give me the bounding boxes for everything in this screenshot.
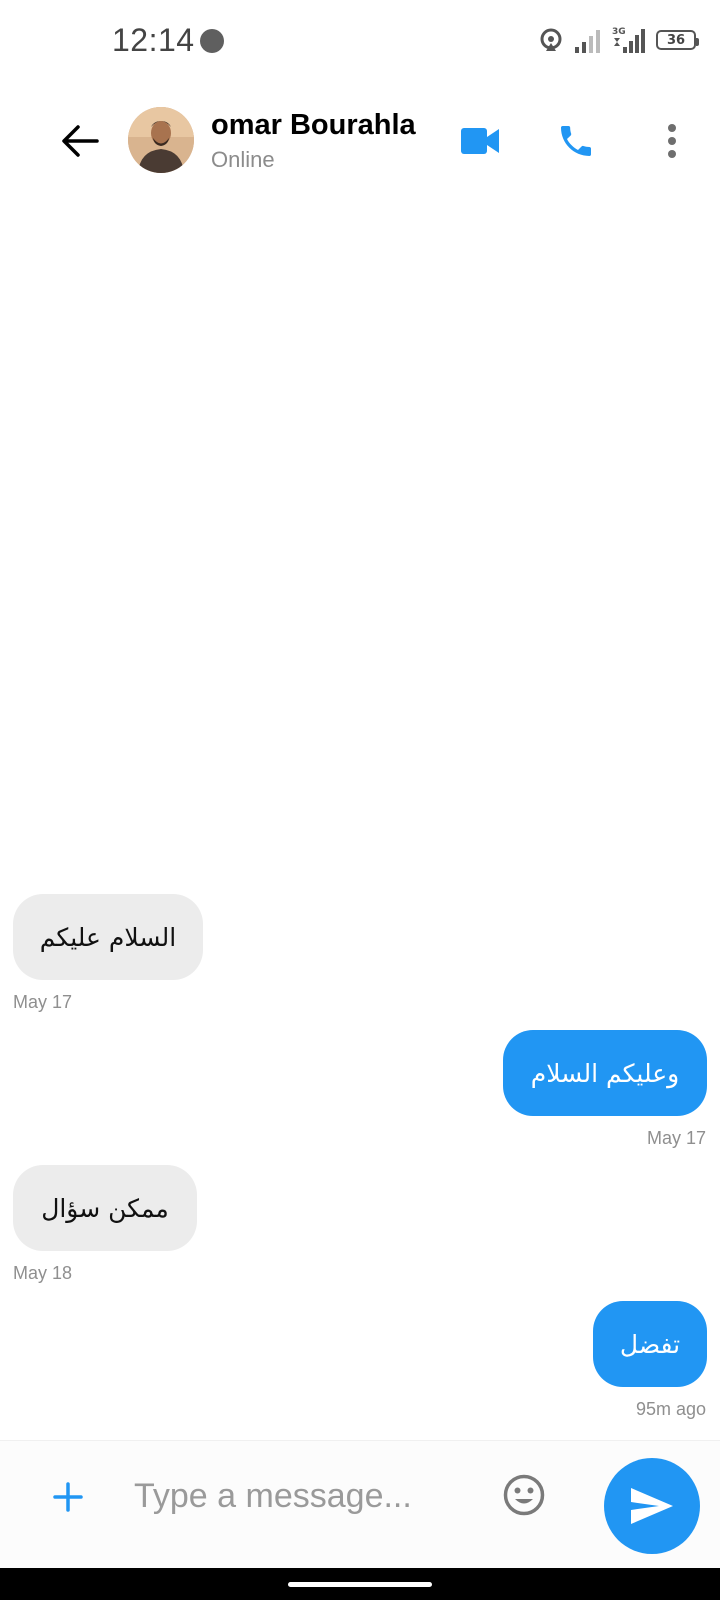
- message-text: تفضل: [619, 1329, 681, 1359]
- arrow-left-icon: [62, 125, 99, 157]
- message-list[interactable]: السلام عليكم May 17 وعليكم السلام May 17…: [0, 200, 720, 1440]
- emoji-icon: [503, 1474, 545, 1516]
- hotspot-icon: [540, 28, 562, 51]
- attach-button[interactable]: [44, 1473, 92, 1521]
- chat-header: omar Bourahla Online: [0, 96, 720, 186]
- plus-icon: [53, 1482, 83, 1512]
- video-camera-icon: [461, 128, 499, 154]
- system-nav-bar: [0, 1568, 720, 1600]
- message-text: ممكن سؤال: [41, 1193, 169, 1223]
- phone-icon: [561, 126, 591, 156]
- signal-3g-icon: 3G: [612, 27, 645, 53]
- battery-level: 36: [666, 32, 686, 48]
- status-time: 12:14: [112, 22, 195, 58]
- message-timestamp: May 18: [13, 1263, 73, 1283]
- contact-status: Online: [211, 147, 275, 172]
- home-indicator[interactable]: [288, 1582, 432, 1587]
- voice-call-button[interactable]: [551, 116, 601, 166]
- signal-weak-icon: [575, 30, 600, 53]
- send-icon: [631, 1488, 673, 1524]
- avatar-photo: [128, 107, 194, 173]
- send-button[interactable]: [604, 1458, 700, 1554]
- message-input[interactable]: [134, 1463, 464, 1529]
- more-options-button[interactable]: [647, 116, 697, 166]
- message-timestamp: 95m ago: [635, 1399, 706, 1419]
- message-bubble-incoming[interactable]: ممكن سؤال: [13, 1165, 197, 1251]
- status-bar: 12:14 3G 36: [0, 0, 720, 80]
- message-bubble-outgoing[interactable]: وعليكم السلام: [503, 1030, 707, 1116]
- contact-name[interactable]: omar Bourahla: [211, 109, 416, 142]
- status-icons: 3G 36: [538, 22, 699, 58]
- video-call-button[interactable]: [455, 116, 505, 166]
- back-button[interactable]: [56, 117, 104, 165]
- chat-screen: 12:14 3G 36 omar Bourahla Online السلام …: [0, 0, 720, 1600]
- contact-avatar[interactable]: [128, 107, 194, 173]
- message-text: السلام عليكم: [39, 922, 177, 952]
- more-vertical-icon: [668, 124, 676, 158]
- message-text: وعليكم السلام: [530, 1058, 680, 1088]
- recording-dot-icon: [200, 29, 224, 53]
- battery-icon: 36: [656, 30, 699, 50]
- message-timestamp: May 17: [13, 992, 73, 1012]
- message-timestamp: May 17: [646, 1128, 706, 1148]
- network-type-label: 3G: [612, 27, 626, 37]
- emoji-button[interactable]: [500, 1471, 548, 1519]
- message-bubble-outgoing[interactable]: تفضل: [593, 1301, 707, 1387]
- message-bubble-incoming[interactable]: السلام عليكم: [13, 894, 203, 980]
- message-composer: [0, 1440, 720, 1568]
